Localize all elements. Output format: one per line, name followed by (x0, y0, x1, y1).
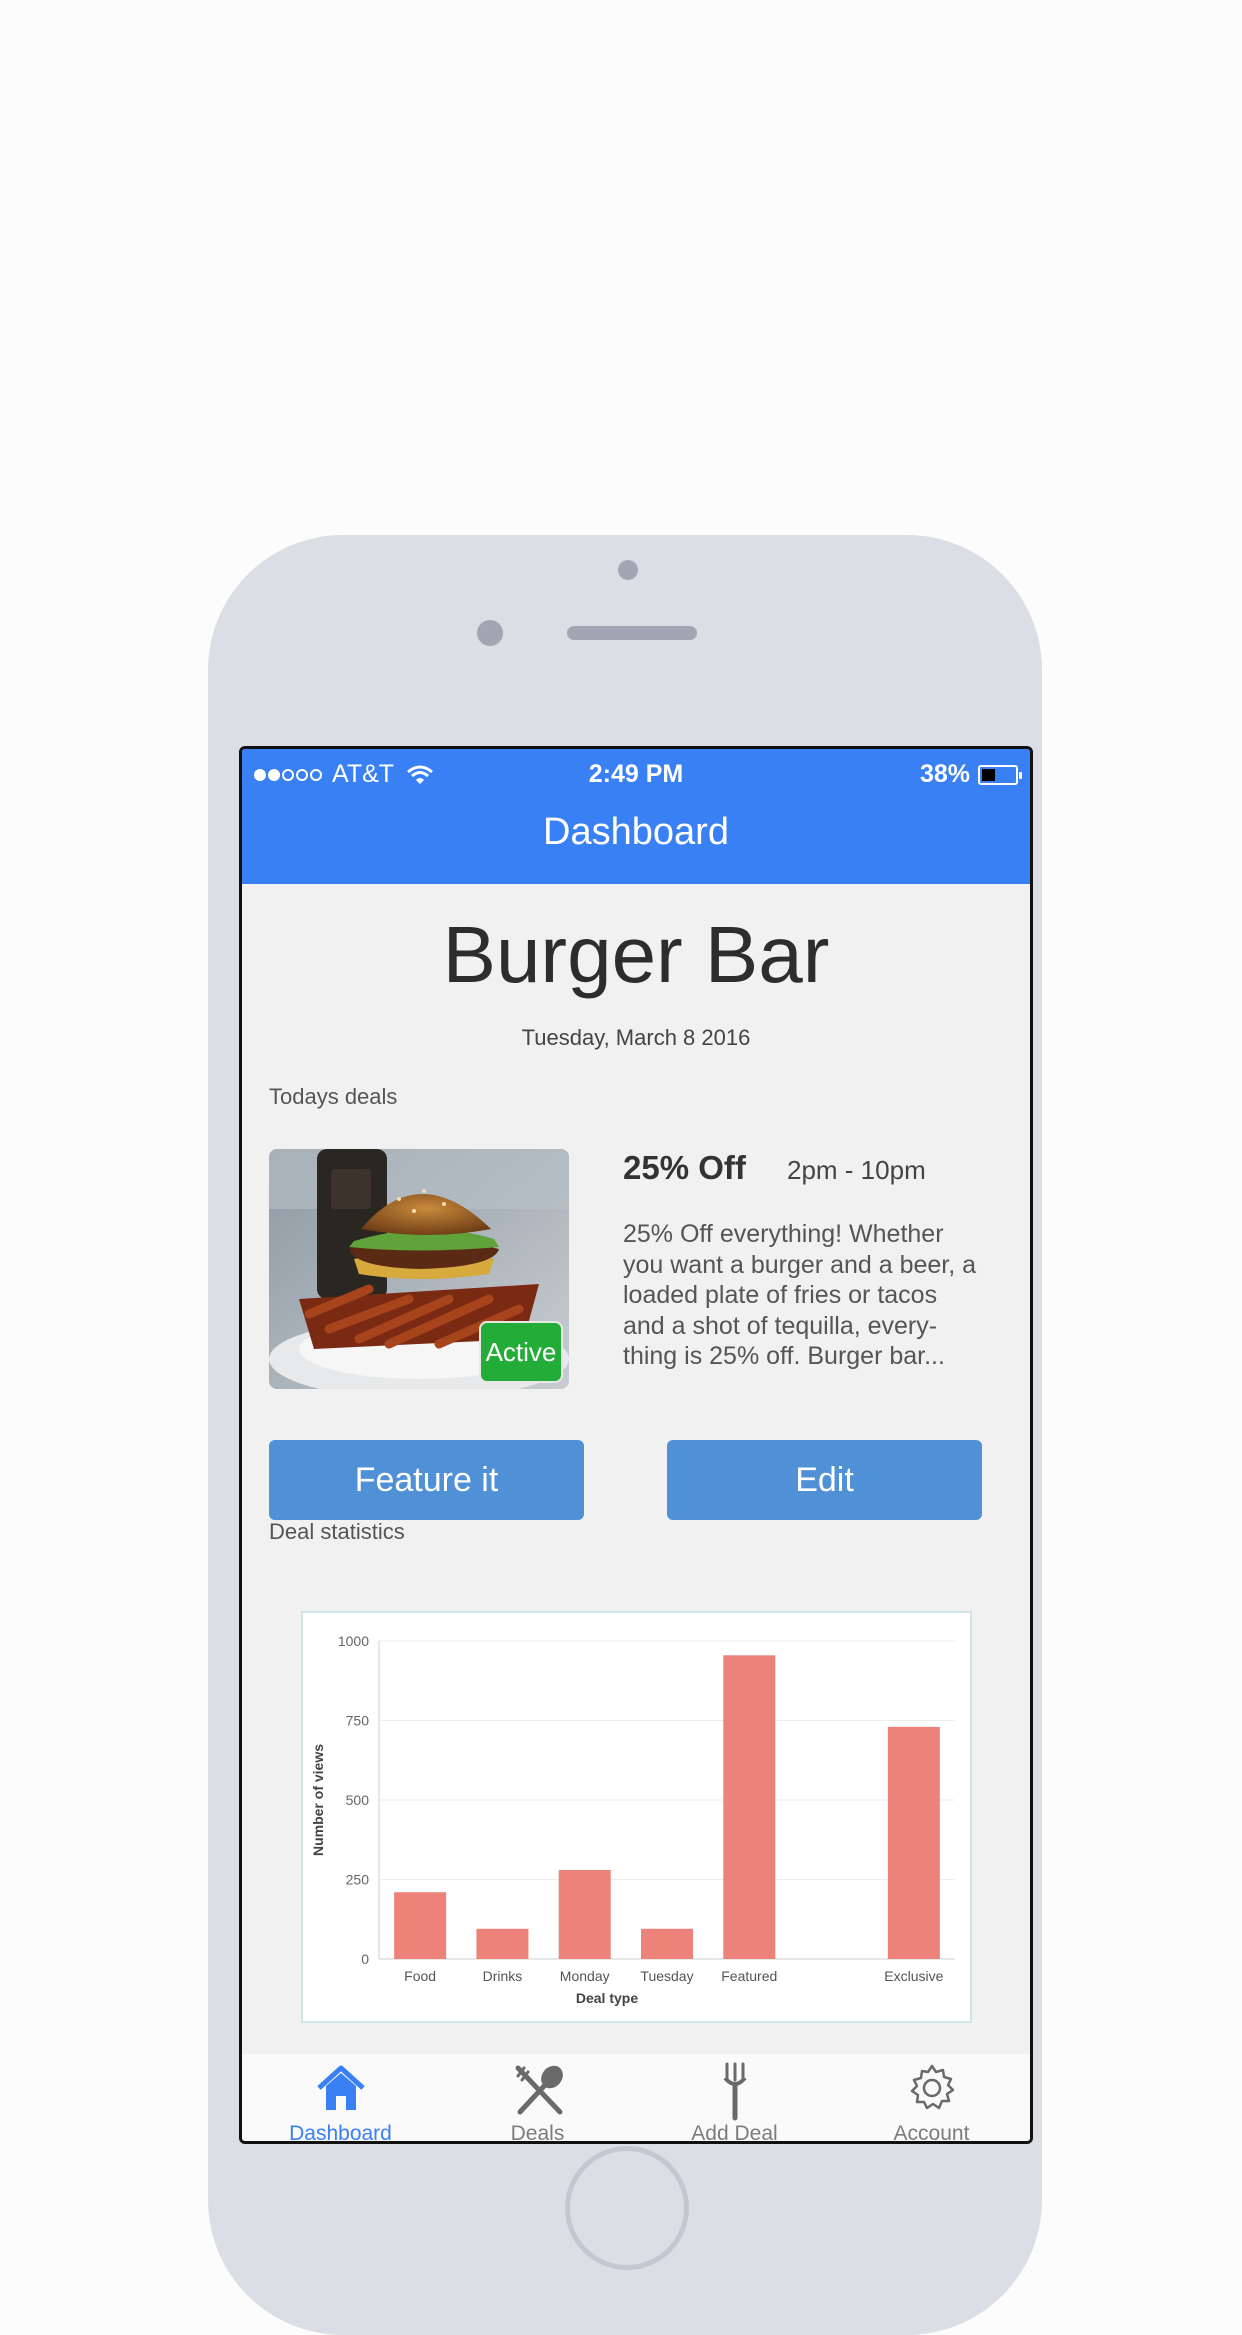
x-tick-label: Monday (560, 1968, 610, 1984)
chart-bar (476, 1928, 529, 1959)
x-tick-label: Exclusive (884, 1968, 943, 1984)
y-tick-label: 1000 (338, 1633, 369, 1649)
app-screen: AT&T 2:49 PM 38% Dashboard Burger Bar Tu… (239, 746, 1033, 2144)
x-tick-label: Tuesday (640, 1968, 693, 1984)
chart-bar (641, 1928, 693, 1959)
tab-bar: Dashboard Deals Add Deal Account (242, 2054, 1030, 2141)
x-tick-label: Food (404, 1968, 436, 1984)
page-title: Dashboard (543, 811, 729, 853)
tab-label: Dashboard (289, 2122, 392, 2144)
x-tick-label: Drinks (483, 1968, 523, 1984)
battery-indicator: 38% (919, 760, 1022, 789)
fork-spoon-icon (515, 2065, 563, 2115)
front-camera (618, 560, 638, 580)
fork-icon (723, 2062, 747, 2121)
chart-bar (887, 1726, 940, 1959)
x-tick-label: Featured (721, 1968, 777, 1984)
status-bar: AT&T 2:49 PM 38% (242, 757, 1030, 793)
tab-label: Add Deal (691, 2122, 778, 2144)
deal-title: 25% Off (623, 1149, 746, 1186)
business-name: Burger Bar (442, 910, 830, 999)
home-icon (317, 2065, 365, 2110)
battery-icon (978, 764, 1022, 785)
current-date: Tuesday, March 8 2016 (521, 1025, 751, 1050)
tab-label: Account (893, 2122, 970, 2144)
y-axis-label: Number of views (310, 1744, 326, 1856)
x-axis-label: Deal type (576, 1990, 638, 2006)
deal-statistics-label: Deal statistics (269, 1519, 405, 1544)
status-badge: Active (479, 1321, 563, 1383)
tab-add-deal[interactable]: Add Deal (636, 2054, 833, 2141)
edit-button[interactable]: Edit (667, 1440, 982, 1520)
y-tick-label: 500 (346, 1792, 370, 1808)
feature-button[interactable]: Feature it (269, 1440, 584, 1520)
y-tick-label: 250 (346, 1872, 370, 1888)
y-tick-label: 0 (361, 1951, 369, 1967)
deal-image[interactable]: Active (269, 1149, 569, 1389)
y-tick-label: 750 (346, 1713, 370, 1729)
battery-percent: 38% (919, 760, 970, 788)
deal-description: 25% Off everything! Whether you want a b… (623, 1220, 977, 1370)
deal-hours: 2pm - 10pm (787, 1155, 926, 1185)
status-time: 2:49 PM (588, 760, 684, 788)
tab-dashboard[interactable]: Dashboard (242, 2054, 439, 2141)
tab-account[interactable]: Account (833, 2054, 1030, 2141)
proximity-sensor (477, 620, 503, 646)
app-header: AT&T 2:49 PM 38% Dashboard (242, 749, 1030, 884)
tab-label: Deals (510, 2122, 565, 2144)
chart-bar (558, 1869, 611, 1959)
bar-chart: 0 250 500 750 1000 Food Drinks Monday Tuesday Fea… (310, 1633, 955, 2006)
todays-deals-label: Todays deals (269, 1084, 398, 1109)
deal-statistics-chart: 0 250 500 750 1000 Food Drinks Monday Tuesday Fea… (301, 1611, 972, 2023)
tab-deals[interactable]: Deals (439, 2054, 636, 2141)
home-button[interactable] (565, 2146, 689, 2270)
gear-icon (910, 2064, 955, 2110)
earpiece-speaker (567, 626, 697, 640)
chart-bar (723, 1655, 776, 1959)
chart-bar (394, 1892, 447, 1959)
